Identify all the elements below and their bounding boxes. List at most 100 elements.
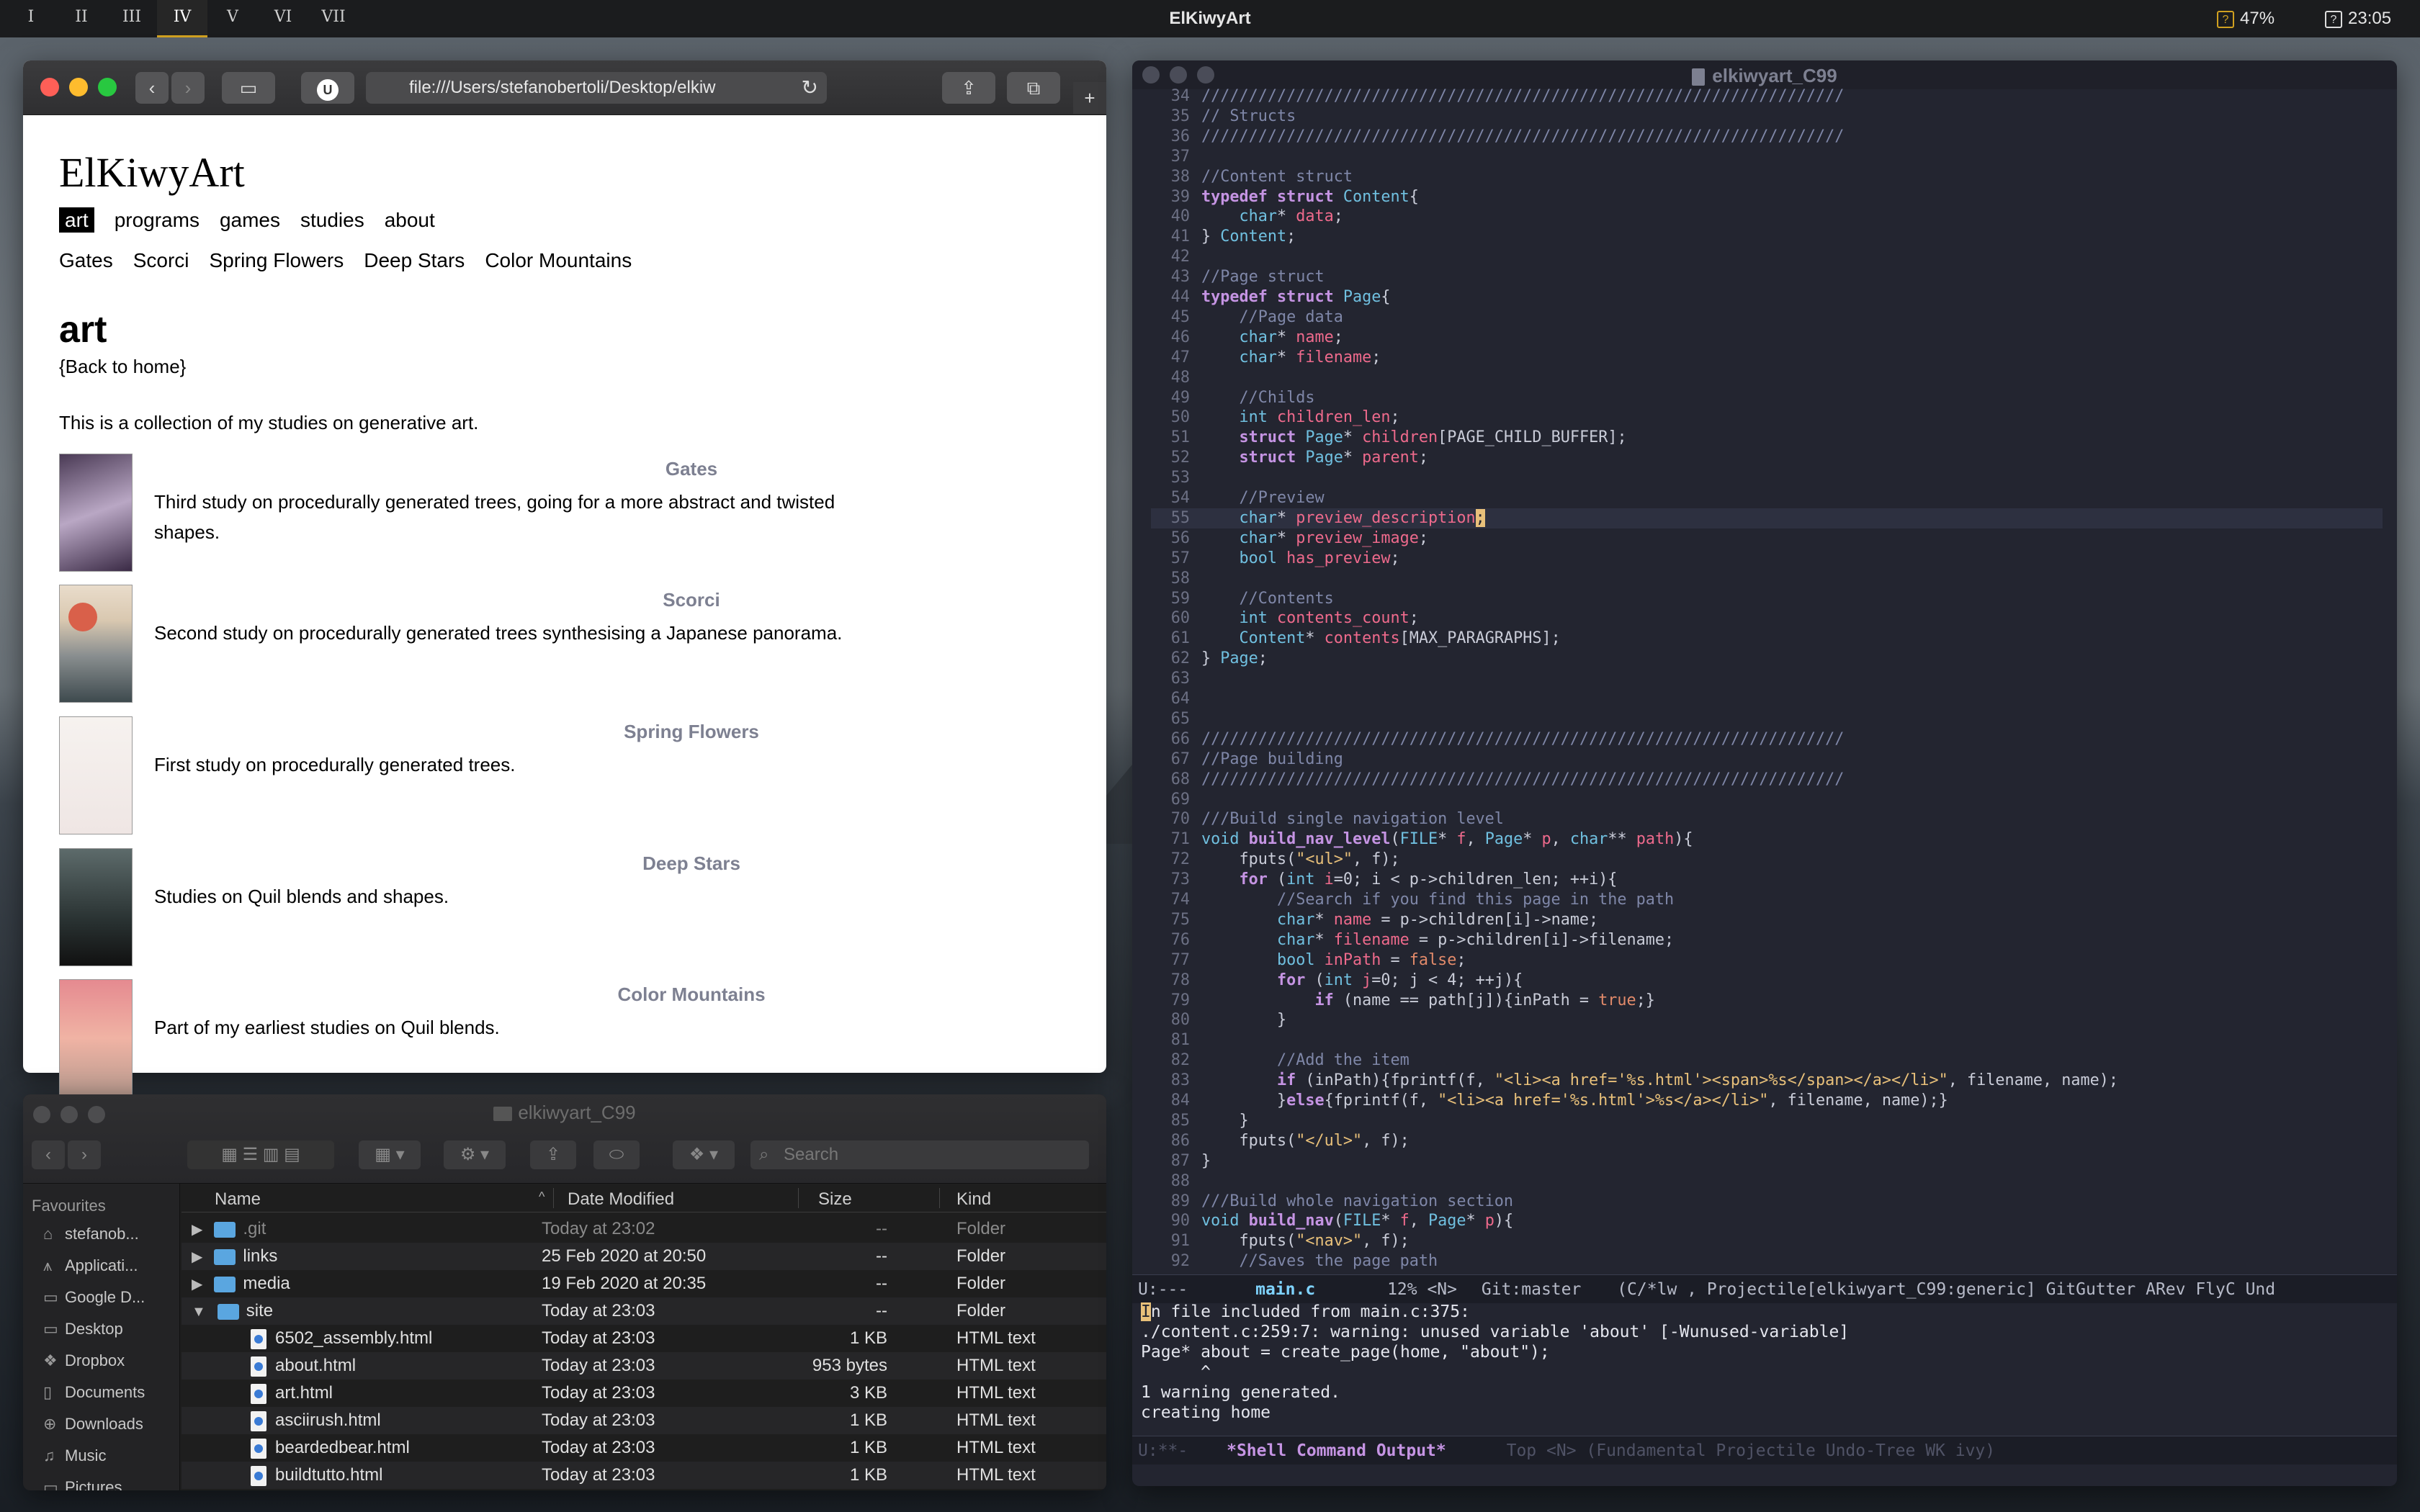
file-name-cell: ▶ media xyxy=(192,1270,290,1298)
file-size: 953 bytes xyxy=(812,1356,887,1375)
back-to-home-link[interactable]: {Back to home} xyxy=(59,356,186,378)
sidebar-item[interactable]: ▭ Desktop xyxy=(43,1315,177,1344)
tags-button[interactable]: ⬭ xyxy=(593,1140,640,1169)
nav-link-art[interactable]: art xyxy=(59,207,94,233)
back-button[interactable]: ‹ xyxy=(32,1140,65,1169)
sidebar-item[interactable]: ▯ Documents xyxy=(43,1378,177,1407)
table-row[interactable]: beardedbear.html Today at 23:03 1 KB HTML t… xyxy=(182,1434,1106,1462)
site-title[interactable]: ElKiwyArt xyxy=(59,148,245,197)
table-row[interactable]: asciirush.html Today at 23:03 1 KB HTML tex… xyxy=(182,1407,1106,1434)
code-line: char* preview_image; xyxy=(1239,528,1428,547)
shell-line: Page* about = create_page(home, "about")… xyxy=(1141,1343,1550,1362)
workspace-7[interactable]: VII xyxy=(308,0,359,37)
battery-status[interactable]: ? 47% xyxy=(2217,0,2275,37)
nav-link-studies[interactable]: studies xyxy=(300,209,364,231)
file-kind: HTML text xyxy=(956,1356,1036,1375)
share-button[interactable]: ⇪ xyxy=(530,1140,576,1169)
site-nav: art programs games studies about xyxy=(59,207,455,233)
zoom-window-button[interactable] xyxy=(98,78,117,96)
file-list: Name ^ Date Modified Size Kind ▶ .git Toda… xyxy=(182,1184,1106,1490)
workspace-4[interactable]: IV xyxy=(157,0,207,37)
column-size[interactable]: Size xyxy=(818,1189,852,1210)
table-row[interactable]: ▶ media 19 Feb 2020 at 20:35 -- Folder xyxy=(182,1270,1106,1297)
line-number: 83 xyxy=(1170,1071,1190,1090)
file-name: asciirush.html xyxy=(275,1410,381,1430)
workspace-1[interactable]: I xyxy=(6,0,56,37)
sidebar-toggle-button[interactable]: ▭ xyxy=(222,72,275,104)
line-number: 79 xyxy=(1170,991,1190,1009)
sidebar-item[interactable]: ❖ Dropbox xyxy=(43,1346,177,1375)
sidebar-item[interactable]: ▭ Google D... xyxy=(43,1283,177,1312)
file-name: beardedbear.html xyxy=(275,1438,410,1457)
sidebar-item[interactable]: ♫ Music xyxy=(43,1441,177,1470)
code-line: char* filename = p->children[i]->filenam… xyxy=(1276,930,1675,949)
code-editor[interactable]: 34 //////////////////////////////////////… xyxy=(1132,86,2397,1318)
line-number: 53 xyxy=(1170,469,1190,487)
modeline-git: Git:master xyxy=(1481,1280,1582,1299)
sidebar-item[interactable]: ⩚ Applicati... xyxy=(43,1251,177,1280)
art-entry-description: Part of my earliest studies on Quil blen… xyxy=(154,1017,500,1038)
address-bar[interactable]: file:///Users/stefanobertoli/Desktop/elk… xyxy=(366,72,827,104)
close-window-button[interactable] xyxy=(40,78,59,96)
subnav-link[interactable]: Spring Flowers xyxy=(210,249,344,271)
extension-button[interactable]: U xyxy=(301,72,354,104)
table-row[interactable]: ▼ site Today at 23:03 -- Folder xyxy=(182,1297,1106,1325)
sidebar-item[interactable]: ⊕ Downloads xyxy=(43,1410,177,1439)
minimize-window-button[interactable] xyxy=(69,78,88,96)
sidebar-item-label: Music xyxy=(65,1446,107,1464)
subnav-link[interactable]: Deep Stars xyxy=(364,249,465,271)
disclosure-triangle-icon[interactable]: ▶ xyxy=(192,1249,202,1265)
table-row[interactable]: 6502_assembly.html Today at 23:03 1 KB HTML… xyxy=(182,1325,1106,1352)
tabs-overview-button[interactable]: ⧉ xyxy=(1007,72,1060,104)
sort-ascending-icon[interactable]: ^ xyxy=(539,1189,544,1205)
disclosure-triangle-icon[interactable]: ▼ xyxy=(192,1304,206,1320)
sidebar-item[interactable]: ▭ Pictures xyxy=(43,1473,177,1490)
workspace-2[interactable]: II xyxy=(56,0,107,37)
file-icon xyxy=(1692,68,1706,86)
code-line: char* data; xyxy=(1239,207,1343,226)
group-button[interactable]: ▦ ▾ xyxy=(359,1140,421,1169)
folder-icon xyxy=(217,1303,239,1320)
shell-output[interactable]: In file included from main.c:375: ./conte… xyxy=(1141,1302,2394,1423)
column-name[interactable]: Name xyxy=(215,1189,261,1210)
reload-icon[interactable]: ↻ xyxy=(802,72,818,104)
subnav-link[interactable]: Color Mountains xyxy=(485,249,632,271)
search-input[interactable]: ⌕ Search xyxy=(750,1140,1089,1169)
nav-link-programs[interactable]: programs xyxy=(115,209,200,231)
share-button[interactable]: ⇪ xyxy=(942,72,995,104)
subnav-link[interactable]: Scorci xyxy=(133,249,189,271)
subnav-link[interactable]: Gates xyxy=(59,249,113,271)
clock-status[interactable]: ? 23:05 xyxy=(2325,0,2391,37)
column-date[interactable]: Date Modified xyxy=(568,1189,674,1210)
column-kind[interactable]: Kind xyxy=(956,1189,991,1210)
file-size: 3 KB xyxy=(849,1383,887,1403)
back-button[interactable]: ‹ xyxy=(135,72,169,104)
disclosure-triangle-icon[interactable]: ▶ xyxy=(192,1222,202,1238)
disclosure-triangle-icon[interactable]: ▶ xyxy=(192,1277,202,1292)
nav-link-games[interactable]: games xyxy=(220,209,280,231)
action-button[interactable]: ⚙ ▾ xyxy=(444,1140,506,1169)
line-number: 42 xyxy=(1170,248,1190,266)
new-tab-button[interactable]: + xyxy=(1073,82,1106,114)
line-number: 87 xyxy=(1170,1151,1190,1170)
workspace-6[interactable]: VI xyxy=(258,0,308,37)
shell-modeline: U:**- *Shell Command Output* Top <N> (Fu… xyxy=(1132,1436,2397,1464)
workspace-5[interactable]: V xyxy=(207,0,258,37)
table-row[interactable]: ▶ links 25 Feb 2020 at 20:50 -- Folder xyxy=(182,1243,1106,1270)
line-number: 61 xyxy=(1170,629,1190,648)
table-row[interactable]: art.html Today at 23:03 3 KB HTML text xyxy=(182,1380,1106,1407)
table-row[interactable]: about.html Today at 23:03 953 bytes HTML te… xyxy=(182,1352,1106,1380)
file-kind: Folder xyxy=(956,1219,1006,1238)
dropbox-button[interactable]: ❖ ▾ xyxy=(673,1140,735,1169)
shell-line: ^ xyxy=(1141,1363,1211,1382)
forward-button[interactable]: › xyxy=(171,72,205,104)
sidebar-item[interactable]: ⌂ stefanob... xyxy=(43,1220,177,1248)
nav-link-about[interactable]: about xyxy=(385,209,435,231)
view-mode-selector[interactable]: ▦ ☰ ▥ ▤ xyxy=(187,1140,334,1169)
file-date: Today at 23:02 xyxy=(542,1219,655,1238)
table-row[interactable]: ▶ .git Today at 23:02 -- Folder xyxy=(182,1215,1106,1243)
forward-button[interactable]: › xyxy=(68,1140,101,1169)
table-row[interactable]: buildtutto.html Today at 23:03 1 KB HTML te… xyxy=(182,1462,1106,1489)
file-name: links xyxy=(243,1246,278,1266)
workspace-3[interactable]: III xyxy=(107,0,157,37)
